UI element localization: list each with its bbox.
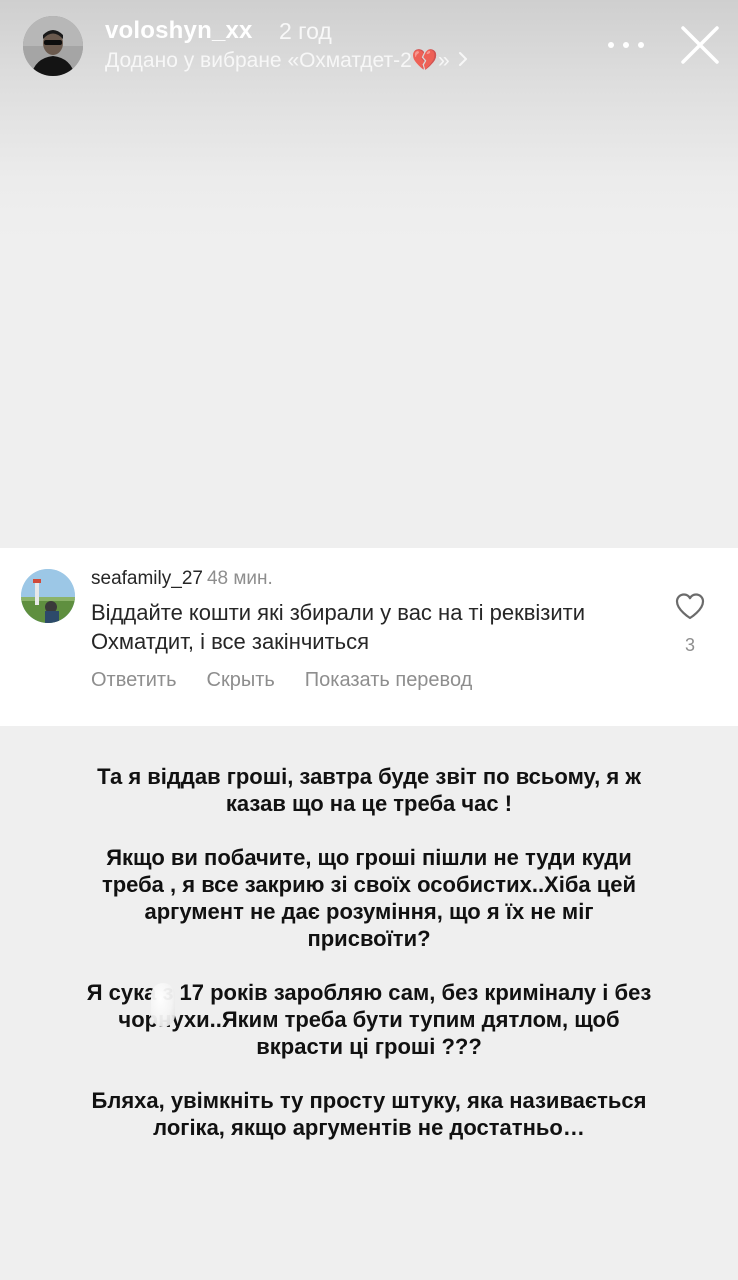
story-username[interactable]: voloshyn_xx xyxy=(105,17,253,45)
favorites-label: Додано у вибране «Охматдет-2💔» xyxy=(105,49,450,72)
more-dot xyxy=(608,42,614,48)
commenter-line: seafamily_27 48 мин. xyxy=(91,568,273,590)
more-dot xyxy=(623,42,629,48)
story-paragraph: Бляха, увімкніть ту просту штуку, яка на… xyxy=(91,1088,647,1140)
comment-time: 48 мин. xyxy=(206,568,273,589)
comment-like-count: 3 xyxy=(684,635,695,655)
story-time: 2 год xyxy=(279,18,332,44)
story-paragraph: Якщо ви побачите, що гроші пішли не туди… xyxy=(101,845,637,951)
story-header: voloshyn_xx 2 год Додано у вибране «Охма… xyxy=(0,0,738,110)
censor-sticker xyxy=(151,983,175,1027)
shared-comment-card: seafamily_27 48 мин. Віддайте кошти які з… xyxy=(0,548,738,726)
chevron-right-icon xyxy=(458,49,468,73)
story-viewer: voloshyn_xx 2 год Додано у вибране «Охма… xyxy=(0,0,738,1280)
comment-actions: Ответить Скрыть Показать перевод xyxy=(91,669,502,692)
avatar-image xyxy=(23,16,83,76)
show-translation-button[interactable]: Показать перевод xyxy=(305,669,473,692)
profile-avatar[interactable] xyxy=(23,16,83,76)
favorites-link[interactable]: Додано у вибране «Охматдет-2💔» xyxy=(105,49,468,73)
more-options-button[interactable] xyxy=(608,32,644,58)
close-button[interactable] xyxy=(680,25,720,65)
comment-text: Віддайте кошти які збирали у вас на ті р… xyxy=(91,600,586,654)
commenter-avatar-image xyxy=(21,569,75,623)
hide-button[interactable]: Скрыть xyxy=(207,669,275,692)
story-paragraph: Та я віддав гроші, завтра буде звіт по в… xyxy=(97,764,641,816)
commenter-username[interactable]: seafamily_27 xyxy=(91,568,203,589)
reply-button[interactable]: Ответить xyxy=(91,669,177,692)
more-dot xyxy=(638,42,644,48)
close-icon xyxy=(681,26,719,64)
heart-outline-icon xyxy=(675,593,705,620)
commenter-avatar[interactable] xyxy=(21,569,75,623)
story-text-block: Та я віддав гроші, завтра буде звіт по в… xyxy=(84,763,654,1168)
like-comment-button[interactable] xyxy=(674,591,706,621)
